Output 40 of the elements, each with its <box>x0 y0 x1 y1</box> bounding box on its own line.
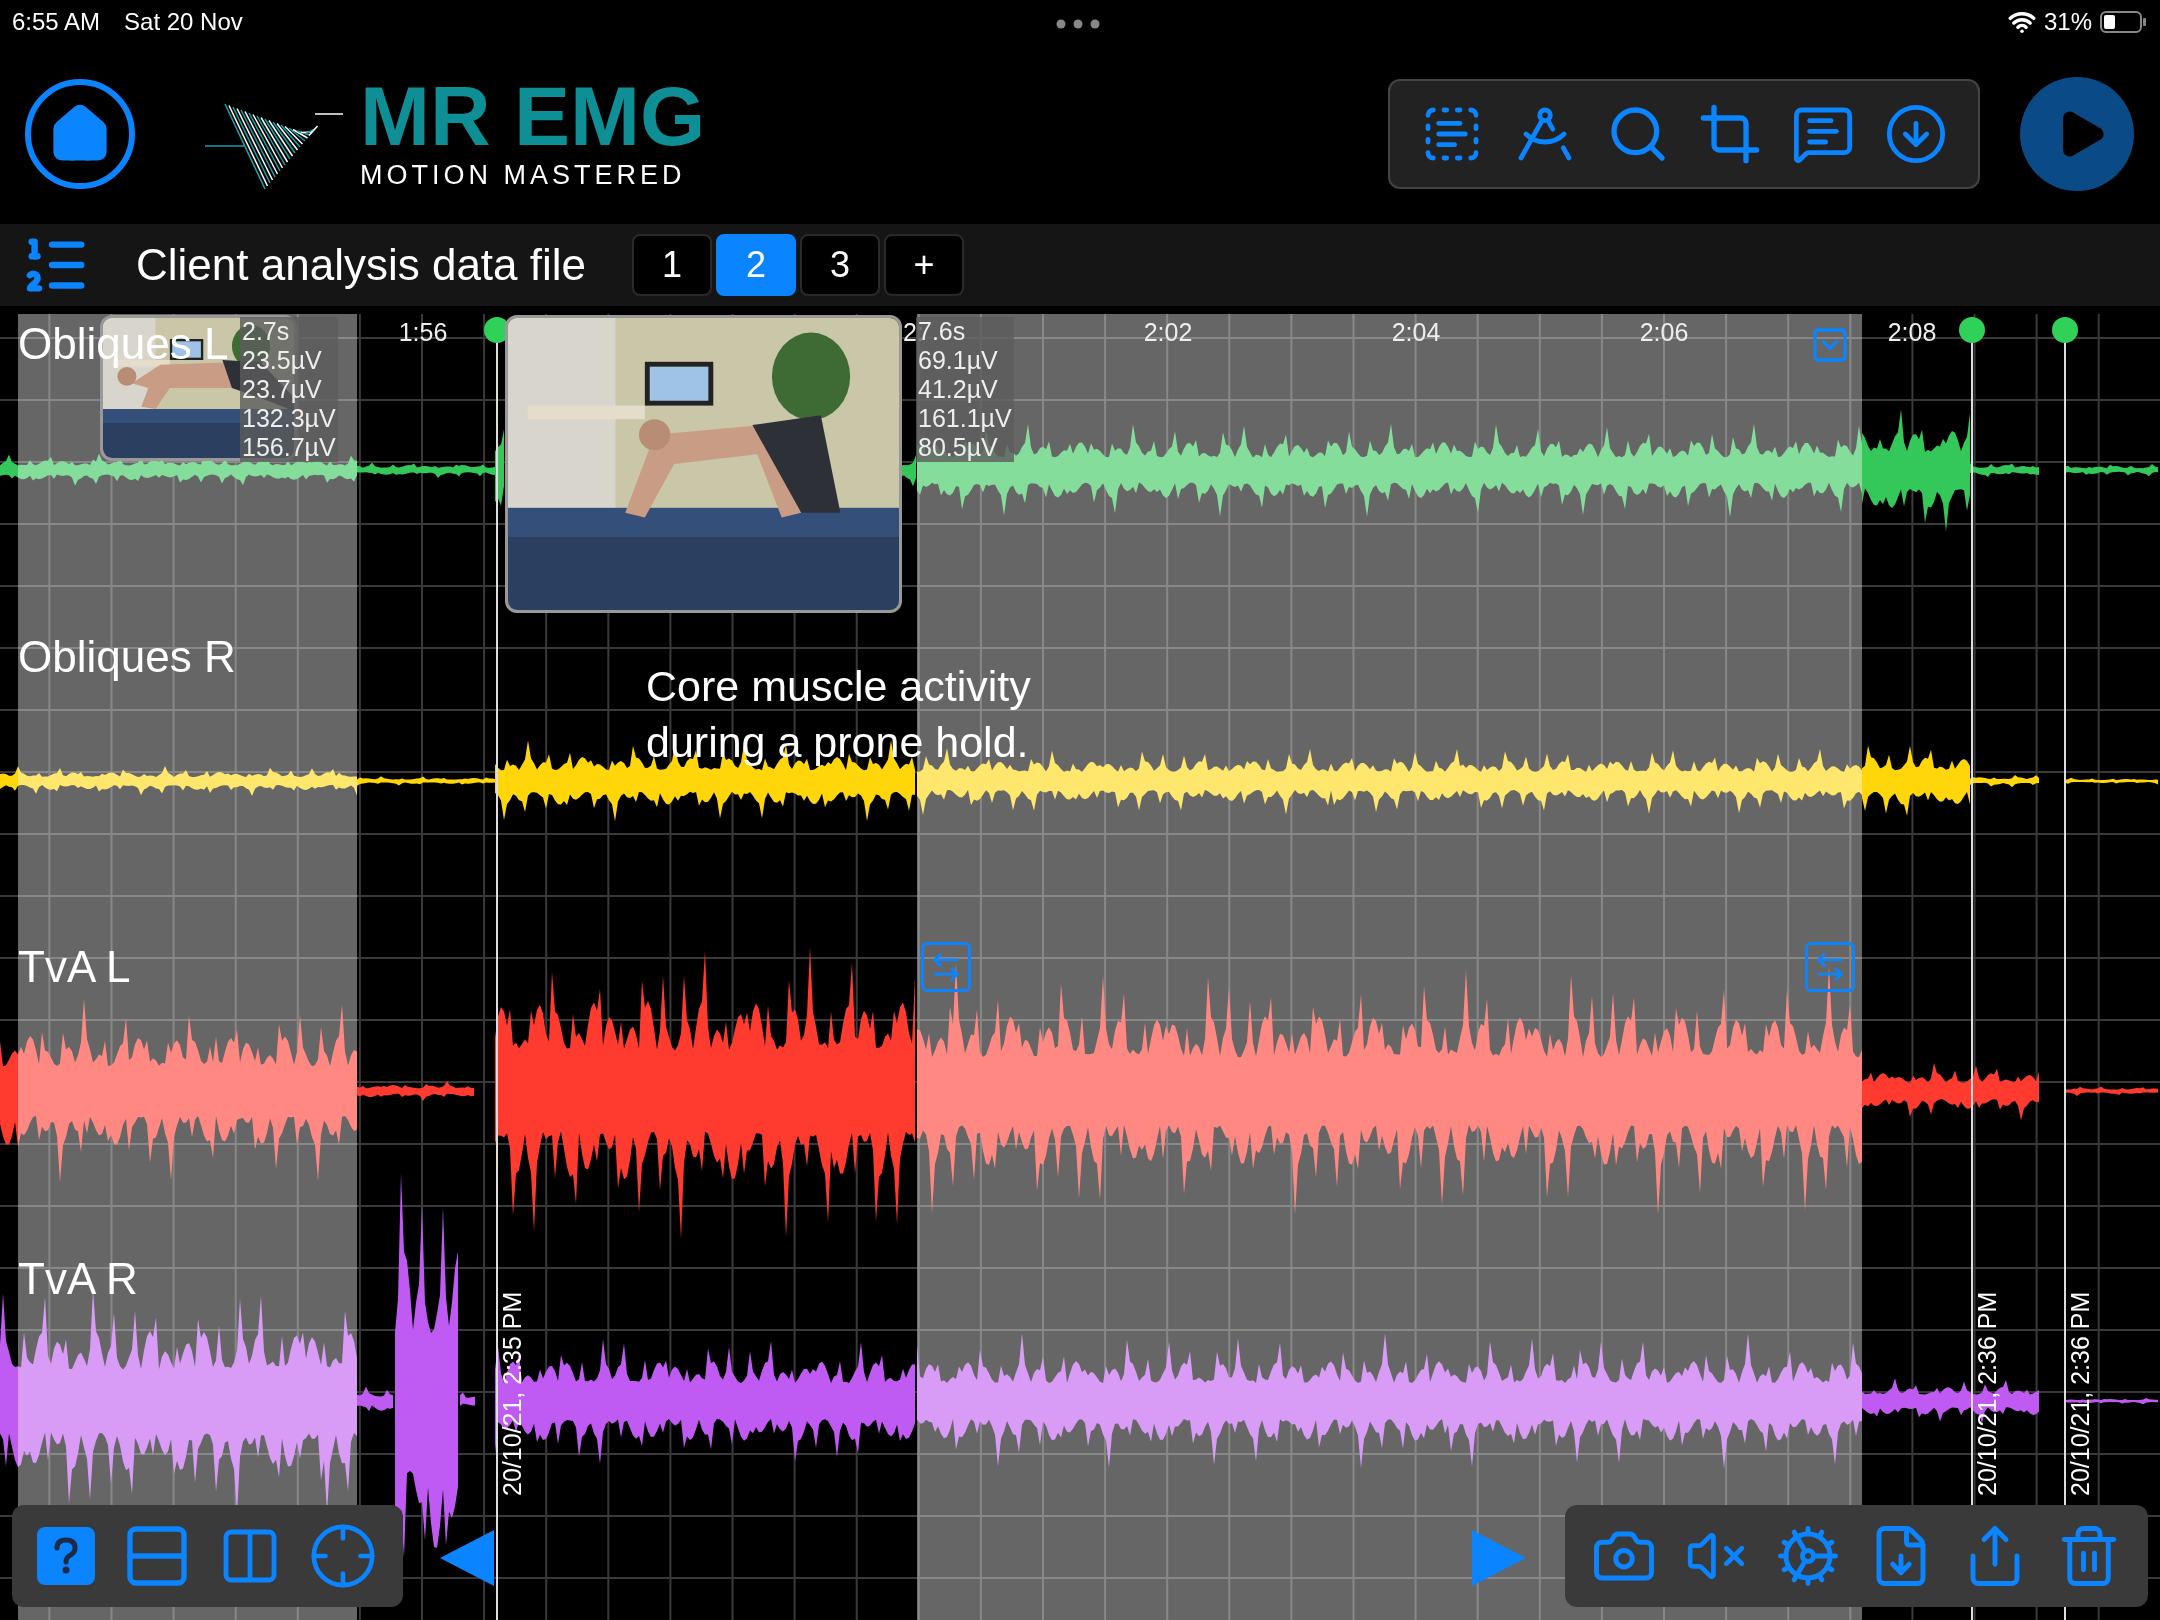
file-tab[interactable]: 3 <box>800 234 880 296</box>
time-label: 2:08 <box>1887 317 1937 348</box>
help-button[interactable] <box>36 1527 95 1585</box>
file-title: Client analysis data file <box>136 239 586 291</box>
multitasking-dots-icon <box>1056 19 1100 29</box>
question-icon <box>52 1537 79 1575</box>
reading-value: 41.2µV <box>918 375 999 404</box>
reading-value: 23.7µV <box>242 375 323 404</box>
battery-icon <box>2100 10 2148 34</box>
reading-value: 2.7s <box>242 317 291 346</box>
add-tab-button[interactable]: + <box>884 234 964 296</box>
expand-icon[interactable] <box>1805 942 1855 992</box>
logo-tagline: MOTION MASTERED <box>360 159 687 192</box>
time-label: 2:04 <box>1391 317 1441 348</box>
track-label: Obliques R <box>18 632 236 682</box>
reading-value: 69.1µV <box>918 346 999 375</box>
time-label: 1:56 <box>398 317 448 348</box>
home-button[interactable] <box>25 79 135 189</box>
reading-value: 132.3µV <box>242 404 336 433</box>
reading-value: 23.5µV <box>242 346 323 375</box>
expand-icon[interactable] <box>921 942 971 992</box>
reading-value: 156.7µV <box>242 433 336 462</box>
chevron-down-icon[interactable] <box>1810 325 1850 365</box>
status-time: 6:55 AM <box>12 7 101 37</box>
next-arrow-button[interactable] <box>1470 1528 1528 1588</box>
battery-percent: 31% <box>2043 7 2092 37</box>
time-label: 2:02 <box>1143 317 1193 348</box>
track-label: TvA L <box>18 942 131 992</box>
timestamp-label: 20/10/21, 2:36 PM <box>2066 1291 2094 1496</box>
time-label: 2:06 <box>1639 317 1689 348</box>
status-date: Sat 20 Nov <box>124 7 243 37</box>
track-label: TvA R <box>18 1254 138 1304</box>
logo-title: MR EMG <box>360 76 706 156</box>
file-tab[interactable]: 2 <box>716 234 796 296</box>
timestamp-label: 20/10/21, 2:35 PM <box>498 1291 526 1496</box>
file-tab[interactable]: 1 <box>632 234 712 296</box>
reading-value: 80.5µV <box>918 433 999 462</box>
reading-value: 161.1µV <box>918 404 1012 433</box>
previous-arrow-button[interactable] <box>438 1528 496 1588</box>
timestamp-label: 20/10/21, 2:36 PM <box>1973 1291 2001 1496</box>
